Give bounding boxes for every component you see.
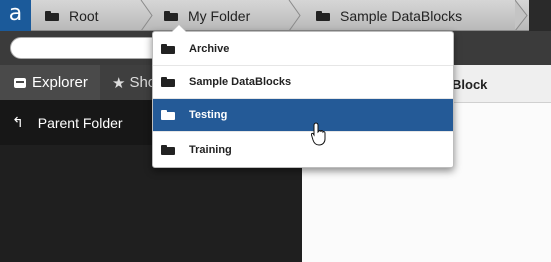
app-logo[interactable]: a [0,0,31,31]
hard-drive-icon [14,77,26,88]
breadcrumb-separator [288,0,301,31]
back-arrow-icon: ↰ [12,114,24,130]
menu-item-training[interactable]: Training [153,133,453,166]
folder-icon [45,10,59,21]
breadcrumb-bar: a Root My Folder Sample DataBlocks [0,0,551,31]
menu-item-archive[interactable]: Archive [153,33,453,66]
breadcrumb-label: My Folder [188,7,251,24]
folder-icon [316,10,330,21]
folder-icon [164,10,178,21]
folder-icon [161,44,175,54]
tab-label: Explorer [32,74,88,91]
menu-item-label: Training [189,143,232,156]
menu-item-testing[interactable]: Testing [153,99,453,132]
folder-icon [161,110,175,120]
menu-item-label: Archive [189,43,230,55]
breadcrumb-label: Root [69,7,99,24]
menu-item-label: Sample DataBlocks [189,76,292,88]
menu-item-sample-datablocks[interactable]: Sample DataBlocks [153,66,453,99]
folder-icon [161,77,175,87]
content-header-title: Block [452,77,488,92]
breadcrumb-item-sample-datablocks[interactable]: Sample DataBlocks [302,0,517,31]
star-icon: ★ [112,74,126,92]
folder-dropdown-menu: Archive Sample DataBlocks Testing Traini… [152,24,454,168]
tab-explorer[interactable]: Explorer [0,65,100,100]
folder-icon [161,144,175,155]
hand-cursor-icon [311,122,326,146]
breadcrumb-item-root[interactable]: Root [31,0,146,31]
menu-item-label: Testing [189,109,228,121]
breadcrumb-label: Sample DataBlocks [340,7,463,24]
tab-show[interactable]: ★ Sho [100,65,160,100]
parent-folder-label: Parent Folder [37,114,123,131]
topbar-filler [529,0,551,31]
breadcrumb-end-arrow [515,0,528,31]
